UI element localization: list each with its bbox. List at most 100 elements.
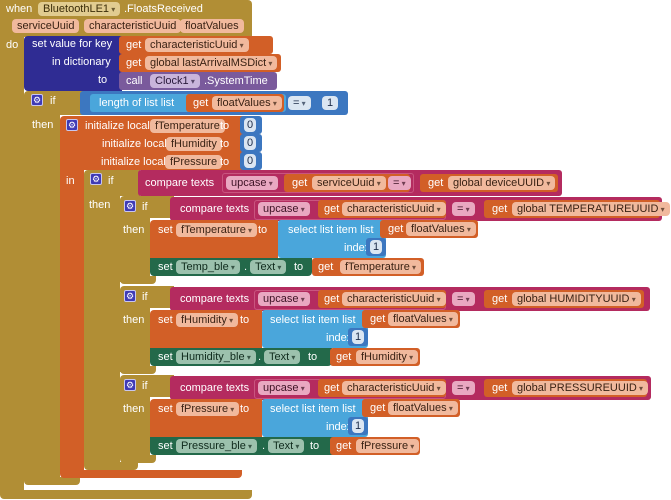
gear-icon[interactable]: ⚙ [90, 173, 102, 185]
index-value[interactable]: 1 [352, 419, 365, 433]
param-float-values[interactable]: floatValues [180, 19, 244, 33]
initialize-local-label: initialize local [101, 156, 166, 168]
component-dropdown[interactable]: BluetoothLE1 [38, 2, 121, 16]
set-label: set [158, 261, 173, 273]
set-label: set [158, 403, 173, 415]
length-of-list-label: length of list list [99, 97, 175, 109]
gear-icon[interactable]: ⚙ [31, 94, 43, 106]
var-dropdown[interactable]: floatValues [388, 401, 458, 415]
get-label: get [492, 382, 508, 394]
global-var-dropdown[interactable]: global PRESSUREUUID [512, 381, 649, 395]
operator-dropdown[interactable]: = [452, 292, 475, 306]
then-label: then [89, 199, 111, 211]
select-list-item-label: select list item list [270, 403, 356, 415]
get-label: get [336, 440, 352, 452]
get-label: get [126, 57, 142, 69]
local-var-dropdown[interactable]: fPressure [356, 439, 420, 453]
compare-texts-label: compare texts [180, 382, 250, 394]
var-dropdown[interactable]: characteristicUuid [342, 202, 446, 216]
get-label: get [324, 203, 340, 215]
local-var-dropdown[interactable]: fPressure [176, 402, 240, 416]
upcase-dropdown[interactable]: upcase [258, 202, 310, 216]
upcase-dropdown[interactable]: upcase [258, 292, 310, 306]
number-value[interactable]: 0 [244, 154, 257, 168]
to-label: to [294, 261, 304, 273]
get-label: get [370, 313, 386, 325]
property-dropdown[interactable]: Text [264, 350, 301, 364]
call-label: call [126, 75, 143, 87]
local-var-dropdown[interactable]: fTemperature [340, 260, 422, 274]
clock-dropdown[interactable]: Clock1 [150, 74, 200, 88]
upcase-dropdown[interactable]: upcase [226, 176, 278, 190]
var-dropdown[interactable]: floatValues [388, 312, 458, 326]
method-label: .SystemTime [204, 75, 268, 87]
gear-icon[interactable]: ⚙ [124, 379, 136, 391]
event-name: .FloatsReceived [124, 3, 203, 15]
global-var-dropdown[interactable]: global TEMPERATUREUUID [512, 202, 670, 216]
set-value-label: set value for key [32, 38, 113, 50]
service-if-spine [84, 196, 120, 462]
compare-texts-label: compare texts [145, 177, 215, 189]
var-dropdown[interactable]: floatValues [406, 222, 476, 236]
local-var-dropdown[interactable]: fTemperature [176, 223, 258, 237]
local-var-name[interactable]: fTemperature [150, 119, 225, 133]
get-label: get [428, 177, 444, 189]
initialize-local-label: initialize local [85, 120, 150, 132]
to-label: to [220, 156, 230, 168]
characteristic-if-footer [120, 366, 156, 374]
component-dropdown[interactable]: Temp_ble [176, 260, 240, 274]
if-label: if [108, 175, 114, 187]
property-dropdown[interactable]: Text [250, 260, 287, 274]
then-label: then [123, 403, 145, 415]
local-var-name[interactable]: fPressure [165, 155, 223, 169]
set-label: set [158, 314, 173, 326]
index-value[interactable]: 1 [352, 330, 365, 344]
get-label: get [324, 293, 340, 305]
operator-dropdown[interactable]: = [452, 381, 475, 395]
var-dropdown[interactable]: floatValues [212, 96, 282, 110]
then-label: then [32, 119, 54, 131]
outer-if-footer [24, 477, 80, 485]
number-value[interactable]: 0 [244, 136, 257, 150]
to-label: to [220, 138, 230, 150]
characteristic-if-footer [120, 276, 156, 284]
set-label: set [158, 351, 173, 363]
get-label: get [292, 177, 308, 189]
number-value[interactable]: 1 [322, 96, 339, 110]
component-dropdown[interactable]: Humidity_ble [176, 350, 256, 364]
get-label: get [370, 402, 386, 414]
var-dropdown[interactable]: global lastArrivalMSDict [145, 56, 278, 70]
to-label: to [310, 440, 320, 452]
var-dropdown[interactable]: characteristicUuid [342, 381, 446, 395]
index-value[interactable]: 1 [370, 240, 383, 254]
operator-dropdown[interactable]: = [388, 176, 411, 190]
var-dropdown[interactable]: serviceUuid [312, 176, 386, 190]
param-characteristic-uuid[interactable]: characteristicUuid [84, 19, 182, 33]
operator-dropdown[interactable]: = [288, 96, 311, 110]
local-var-dropdown[interactable]: fHumidity [356, 350, 419, 364]
get-label: get [324, 382, 340, 394]
select-list-item-label: select list item list [270, 314, 356, 326]
component-dropdown[interactable]: Pressure_ble [176, 439, 258, 453]
global-var-dropdown[interactable]: global HUMIDITYUUID [512, 292, 641, 306]
initialize-local-footer [60, 470, 242, 478]
gear-icon[interactable]: ⚙ [124, 200, 136, 212]
then-label: then [123, 314, 145, 326]
gear-icon[interactable]: ⚙ [66, 119, 78, 131]
operator-dropdown[interactable]: = [452, 202, 475, 216]
param-service-uuid[interactable]: serviceUuid [12, 19, 80, 33]
upcase-dropdown[interactable]: upcase [258, 381, 310, 395]
then-label: then [123, 224, 145, 236]
if-label: if [142, 201, 148, 213]
local-var-name[interactable]: fHumidity [166, 137, 222, 151]
dot-label: . [258, 351, 262, 363]
number-value[interactable]: 0 [244, 118, 257, 132]
var-dropdown[interactable]: characteristicUuid [145, 38, 249, 52]
global-var-dropdown[interactable]: global deviceUUID [448, 176, 556, 190]
var-dropdown[interactable]: characteristicUuid [342, 292, 446, 306]
local-var-dropdown[interactable]: fHumidity [176, 313, 239, 327]
gear-icon[interactable]: ⚙ [124, 290, 136, 302]
property-dropdown[interactable]: Text [268, 439, 305, 453]
service-if-footer [84, 462, 138, 470]
to-label: to [240, 314, 250, 326]
